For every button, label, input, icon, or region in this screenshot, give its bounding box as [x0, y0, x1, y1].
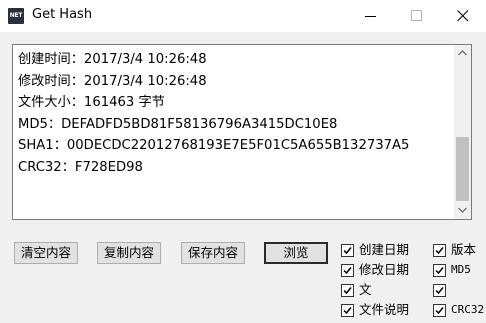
copy-content-button[interactable]: 复制内容	[97, 242, 161, 264]
output-line-sha1: SHA1：00DECDC22012768193E7E5F01C5A655B132…	[18, 138, 410, 153]
maximize-icon	[411, 10, 422, 21]
checkmark-icon	[343, 307, 352, 315]
scroll-up-button[interactable]	[454, 45, 471, 62]
create-date-label: 创建日期	[359, 242, 410, 257]
output-line-file-size: 文件大小：161463 字节	[18, 95, 165, 110]
checkmark-icon	[343, 287, 352, 295]
version-label: 版本	[451, 242, 477, 257]
checkmark-icon	[435, 287, 444, 295]
minimize-icon	[365, 16, 376, 17]
version-checkbox[interactable]: 版本	[433, 242, 483, 259]
minimize-button[interactable]	[348, 0, 394, 32]
output-line-create-time: 创建时间：2017/3/4 10:26:48	[18, 52, 207, 67]
save-content-button[interactable]: 保存内容	[181, 242, 245, 264]
crc32-checkbox[interactable]: CRC32	[433, 303, 485, 319]
file-description-checkbox[interactable]: 文件说明	[341, 302, 421, 319]
scroll-thumb[interactable]	[456, 137, 469, 201]
modify-date-label: 修改日期	[359, 262, 410, 277]
file-size-label: 文	[359, 282, 372, 297]
checkmark-icon	[435, 267, 444, 275]
sha1-checkbox[interactable]	[433, 283, 483, 299]
checkbox-box[interactable]	[341, 284, 354, 297]
hash-output-textbox[interactable]: 创建时间：2017/3/4 10:26:48 修改时间：2017/3/4 10:…	[12, 44, 472, 220]
checkmark-icon	[435, 307, 444, 315]
modify-date-checkbox[interactable]: 修改日期	[341, 262, 421, 279]
create-date-checkbox[interactable]: 创建日期	[341, 242, 421, 259]
output-line-crc32: CRC32：F728ED98	[18, 159, 143, 175]
close-button[interactable]	[440, 0, 486, 32]
checkbox-box[interactable]	[341, 244, 354, 257]
md5-checkbox[interactable]: MD5	[433, 263, 483, 279]
checkbox-box[interactable]	[341, 264, 354, 277]
checkbox-box[interactable]	[433, 284, 446, 297]
file-description-label: 文件说明	[359, 302, 410, 317]
output-line-md5: MD5：DEFADFD5BD81F58136796A3415DC10E8	[18, 116, 338, 132]
browse-button[interactable]: 浏览	[264, 242, 328, 264]
checkmark-icon	[435, 247, 444, 255]
checkmark-icon	[343, 247, 352, 255]
checkbox-box[interactable]	[433, 304, 446, 317]
clear-content-button[interactable]: 清空内容	[14, 242, 78, 264]
vertical-scrollbar[interactable]	[454, 45, 471, 219]
crc32-label: CRC32	[451, 303, 485, 316]
checkbox-box[interactable]	[433, 244, 446, 257]
scroll-down-button[interactable]	[454, 202, 471, 219]
checkmark-icon	[343, 267, 352, 275]
scroll-up-arrow-icon	[458, 50, 467, 56]
maximize-button[interactable]	[394, 0, 440, 32]
app-icon: NET	[8, 8, 24, 24]
close-icon	[457, 10, 469, 22]
title-bar[interactable]: NET Get Hash	[0, 0, 486, 32]
file-size-checkbox[interactable]: 文	[341, 282, 421, 299]
output-line-modify-time: 修改时间：2017/3/4 10:26:48	[18, 73, 207, 89]
scroll-down-arrow-icon	[458, 207, 467, 213]
checkbox-box[interactable]	[341, 304, 354, 317]
hash-output-text: 创建时间：2017/3/4 10:26:48 修改时间：2017/3/4 10:…	[18, 49, 453, 178]
checkbox-box[interactable]	[433, 264, 446, 277]
md5-label: MD5	[451, 263, 471, 276]
window-title: Get Hash	[32, 7, 93, 22]
